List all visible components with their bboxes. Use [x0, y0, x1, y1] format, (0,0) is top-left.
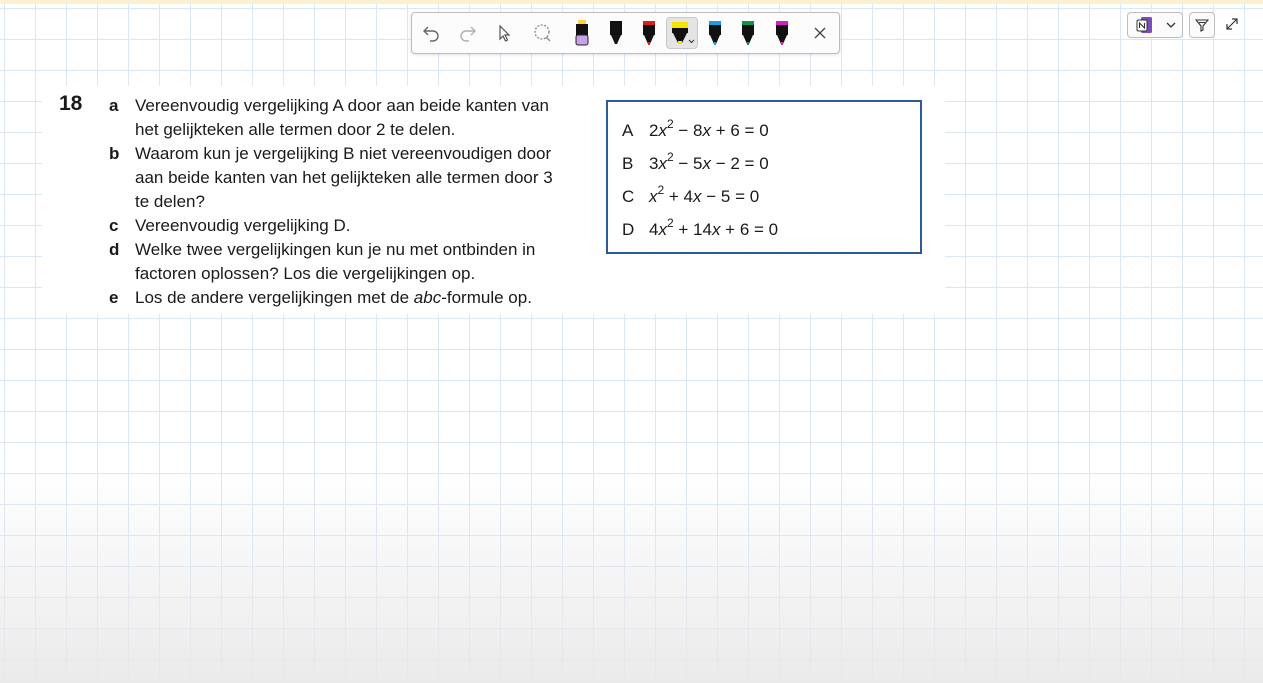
lasso-tool-button[interactable]	[527, 17, 557, 49]
equation-b: 3x2 − 5x − 2 = 0	[649, 151, 769, 174]
equation-label-b: B	[622, 154, 634, 173]
pen-green[interactable]	[733, 17, 763, 49]
eq-b-exp: 2	[666, 150, 674, 165]
eq-c-exp: 2	[657, 183, 665, 198]
pen-blue[interactable]	[700, 17, 730, 49]
undo-icon	[423, 26, 439, 42]
equation-d: 4x2 + 14x + 6 = 0	[649, 217, 779, 240]
item-letter-a: a	[109, 96, 119, 115]
pen-magenta[interactable]	[767, 17, 797, 49]
pen-magenta-icon	[776, 21, 788, 45]
pen-lavender-icon	[575, 20, 589, 46]
eq-a-var: x	[658, 121, 667, 140]
onenote-icon	[1136, 17, 1152, 33]
exercise-number: 18	[59, 92, 83, 115]
expand-button[interactable]	[1222, 14, 1242, 34]
item-letter-c: c	[109, 216, 119, 235]
filter-button[interactable]	[1189, 12, 1215, 38]
item-d-line-2: factoren oplossen? Los die vergelijkinge…	[135, 264, 476, 283]
eq-a-rest1: − 8	[673, 121, 703, 140]
pen-red-icon	[643, 21, 655, 45]
eq-d-var: x	[658, 220, 667, 239]
equation-label-c: C	[622, 187, 635, 206]
pen-black[interactable]	[601, 17, 631, 49]
item-e-text-1: Los de andere vergelijkingen met de	[135, 288, 414, 307]
item-b-line-1: Waarom kun je vergelijking B niet vereen…	[135, 144, 552, 163]
eq-c-rest2: − 5 = 0	[701, 187, 760, 206]
pen-black-icon	[610, 21, 622, 44]
undo-button[interactable]	[416, 17, 446, 49]
eq-b-var2: x	[702, 154, 712, 173]
highlighter-yellow-icon	[672, 22, 695, 44]
eq-a-rest2: + 6 = 0	[711, 121, 769, 140]
select-tool-button[interactable]	[489, 17, 519, 49]
app-menu-button[interactable]	[1127, 12, 1183, 38]
eq-a-exp: 2	[666, 117, 674, 132]
equation-label-d: D	[622, 220, 635, 239]
item-b-line-3: te delen?	[135, 192, 205, 211]
item-d-line-1: Welke twee vergelijkingen kun je nu met …	[135, 240, 536, 259]
item-a-line-2: het gelijkteken alle termen door 2 te de…	[135, 120, 456, 139]
redo-icon	[460, 26, 476, 42]
item-letter-b: b	[109, 144, 120, 163]
ink-toolbar	[411, 12, 840, 54]
eq-c-var: x	[649, 187, 658, 206]
pen-green-icon	[742, 21, 754, 45]
item-b-line-2: aan beide kanten van het gelijkteken all…	[135, 168, 553, 187]
item-letter-d: d	[109, 240, 120, 259]
item-e-line-1: Los de andere vergelijkingen met de abc-…	[135, 288, 532, 308]
pen-blue-icon	[709, 21, 721, 45]
item-letter-e: e	[109, 288, 119, 307]
item-a-line-1: Vereenvoudig vergelijking A door aan bei…	[135, 96, 549, 115]
top-accent-line	[0, 0, 1263, 4]
close-toolbar-button[interactable]	[805, 17, 835, 49]
item-c-line-1: Vereenvoudig vergelijking D.	[135, 216, 351, 235]
eq-b-rest2: − 2 = 0	[711, 154, 769, 173]
equation-a: 2x2 − 8x + 6 = 0	[649, 118, 769, 141]
eq-d-rest2: + 6 = 0	[720, 220, 779, 239]
eq-d-exp: 2	[666, 216, 674, 231]
lasso-icon	[534, 24, 551, 42]
equation-label-a: A	[622, 121, 634, 140]
filter-icon	[1195, 19, 1209, 32]
item-e-abc: abc	[413, 288, 442, 307]
item-e-text-2: -formule op.	[441, 288, 532, 307]
close-icon	[814, 27, 826, 39]
redo-button[interactable]	[453, 17, 483, 49]
expand-icon	[1226, 18, 1238, 30]
highlighter-yellow[interactable]	[666, 17, 698, 49]
chevron-down-icon	[1166, 22, 1176, 28]
select-pointer-icon	[499, 24, 511, 42]
eq-b-rest1: − 5	[673, 154, 703, 173]
eq-b-var: x	[658, 154, 667, 173]
eq-d-rest1: + 14	[673, 220, 712, 239]
eq-c-var2: x	[693, 187, 702, 206]
eq-c-rest1: + 4	[664, 187, 694, 206]
eq-a-var2: x	[702, 121, 712, 140]
pen-lavender[interactable]	[567, 17, 597, 49]
equation-c: x2 + 4x − 5 = 0	[649, 184, 760, 207]
pen-red[interactable]	[634, 17, 664, 49]
